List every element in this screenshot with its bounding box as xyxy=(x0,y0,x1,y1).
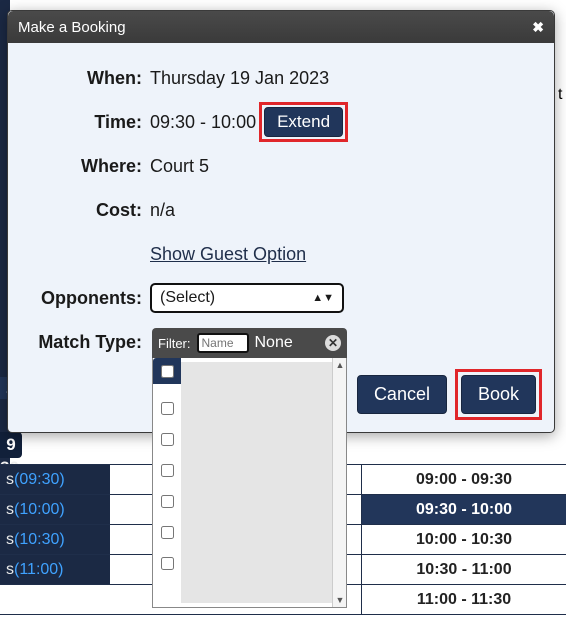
dropdown-filter-bar: Filter: None ✕ xyxy=(152,328,347,358)
row-right[interactable]: 09:00 - 09:30 xyxy=(361,465,566,494)
value-cost: n/a xyxy=(150,200,175,221)
value-where: Court 5 xyxy=(150,156,209,177)
row-right[interactable]: 10:00 - 10:30 xyxy=(361,525,566,554)
dropdown-checkbox[interactable] xyxy=(161,557,174,570)
row-left: s (09:30) xyxy=(0,465,110,494)
side-tab-9[interactable]: 9 xyxy=(0,432,22,458)
cancel-button[interactable]: Cancel xyxy=(357,375,447,414)
row-right[interactable]: 11:00 - 11:30 xyxy=(361,585,566,614)
opponents-select[interactable]: (Select) ▲▼ xyxy=(150,283,344,313)
label-opponents: Opponents: xyxy=(28,288,150,309)
book-button[interactable]: Book xyxy=(461,375,536,414)
off-edge-text: t xyxy=(558,86,566,104)
value-time: 09:30 - 10:00 xyxy=(150,112,256,133)
show-guest-option-link[interactable]: Show Guest Option xyxy=(150,244,306,265)
modal-title: Make a Booking xyxy=(18,19,126,36)
close-icon[interactable]: ✖ xyxy=(532,19,544,36)
filter-none-label[interactable]: None xyxy=(255,334,320,352)
row-right-selected[interactable]: 09:30 - 10:00 xyxy=(361,495,566,524)
dropdown-checkbox-column xyxy=(153,358,181,607)
label-where: Where: xyxy=(28,156,150,177)
dropdown-checkbox[interactable] xyxy=(161,526,174,539)
row-left: s (10:30) xyxy=(0,525,110,554)
label-time: Time: xyxy=(28,112,150,133)
filter-label: Filter: xyxy=(158,336,191,351)
dropdown-body: ▲ ▼ xyxy=(152,358,347,608)
scroll-up-icon[interactable]: ▲ xyxy=(333,358,347,372)
modal-header[interactable]: Make a Booking ✖ xyxy=(8,11,554,43)
label-cost: Cost: xyxy=(28,200,150,221)
dropdown-checkbox[interactable] xyxy=(161,402,174,415)
extend-button[interactable]: Extend xyxy=(264,107,343,137)
value-when: Thursday 19 Jan 2023 xyxy=(150,68,329,89)
filter-input[interactable] xyxy=(197,333,249,353)
row-left xyxy=(0,585,110,614)
opponents-dropdown-panel: Filter: None ✕ ▲ ▼ xyxy=(152,328,347,608)
dropdown-checkbox-all[interactable] xyxy=(161,365,174,378)
dropdown-scrollbar[interactable]: ▲ ▼ xyxy=(332,358,346,607)
scroll-down-icon[interactable]: ▼ xyxy=(333,593,347,607)
row-left: s (10:00) xyxy=(0,495,110,524)
dropdown-checkbox[interactable] xyxy=(161,464,174,477)
row-right[interactable]: 10:30 - 11:00 xyxy=(361,555,566,584)
label-match-type: Match Type: xyxy=(28,332,150,353)
dropdown-checkbox[interactable] xyxy=(161,433,174,446)
dropdown-close-icon[interactable]: ✕ xyxy=(325,335,341,351)
label-when: When: xyxy=(28,68,150,89)
opponents-select-value: (Select) xyxy=(160,289,215,307)
chevron-updown-icon: ▲▼ xyxy=(312,292,334,304)
dropdown-list-area[interactable] xyxy=(181,362,332,603)
dropdown-checkbox[interactable] xyxy=(161,495,174,508)
row-left: s (11:00) xyxy=(0,555,110,584)
